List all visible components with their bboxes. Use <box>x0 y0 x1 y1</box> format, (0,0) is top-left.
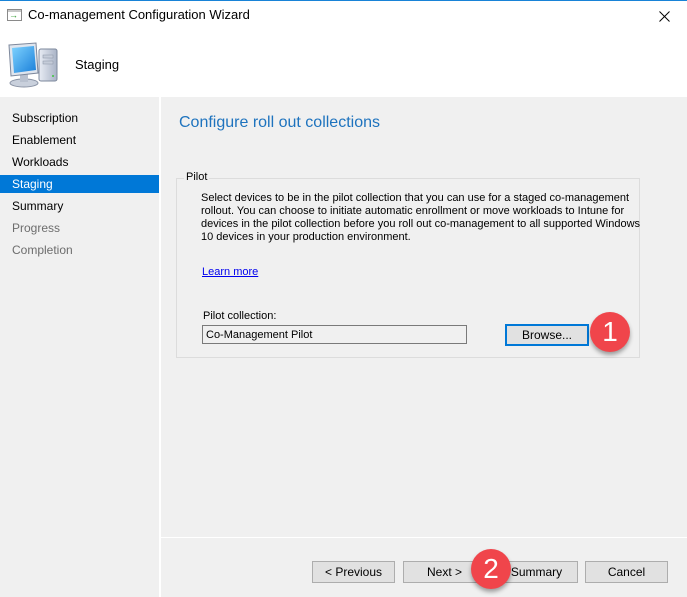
sidebar-item-completion: Completion <box>12 243 73 257</box>
pilot-description: Select devices to be in the pilot collec… <box>201 192 641 243</box>
sidebar-item-staging[interactable]: Staging <box>0 175 159 193</box>
wizard-window: Co-management Configuration Wizard <box>0 0 687 597</box>
annotation-badge-1: 1 <box>590 312 630 352</box>
wizard-footer: < Previous Next > Summary Cancel <box>161 538 687 597</box>
page-title: Configure roll out collections <box>179 114 380 131</box>
pilot-group: Pilot Select devices to be in the pilot … <box>176 171 641 358</box>
wizard-steps-sidebar: Subscription Enablement Workloads Stagin… <box>0 97 159 597</box>
annotation-badge-2: 2 <box>471 549 511 589</box>
pilot-collection-field[interactable] <box>202 325 467 344</box>
window-title: Co-management Configuration Wizard <box>28 7 250 22</box>
pilot-group-legend: Pilot <box>184 171 210 183</box>
step-title: Staging <box>75 57 120 72</box>
app-icon <box>7 9 22 21</box>
browse-button[interactable]: Browse... <box>505 324 589 346</box>
previous-button[interactable]: < Previous <box>312 561 395 583</box>
sidebar-item-enablement[interactable]: Enablement <box>0 131 159 149</box>
sidebar-item-subscription[interactable]: Subscription <box>0 109 159 127</box>
learn-more-link[interactable]: Learn more <box>202 266 258 278</box>
cancel-button[interactable]: Cancel <box>585 561 668 583</box>
close-icon <box>658 10 670 22</box>
wizard-header: Staging <box>0 31 687 96</box>
sidebar-item-summary[interactable]: Summary <box>0 197 159 215</box>
close-button[interactable] <box>641 1 687 31</box>
pilot-collection-label: Pilot collection: <box>203 310 277 322</box>
sidebar-item-workloads[interactable]: Workloads <box>0 153 159 171</box>
title-bar: Co-management Configuration Wizard <box>0 1 687 31</box>
computer-icon <box>8 42 58 88</box>
sidebar-item-progress: Progress <box>12 221 61 235</box>
